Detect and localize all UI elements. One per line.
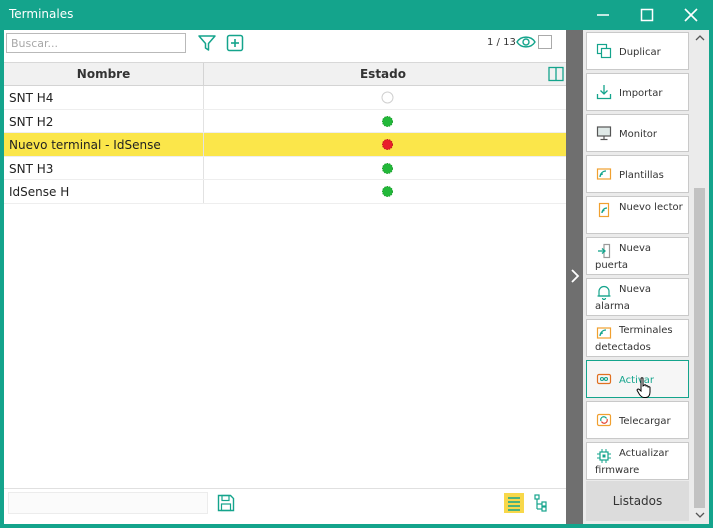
- grid-rows: SNT H4 SNT H2 Nuevo terminal - IdSense S…: [4, 86, 566, 204]
- footer-input[interactable]: [8, 492, 208, 514]
- column-header-nombre[interactable]: Nombre: [4, 67, 203, 81]
- close-icon: [684, 8, 698, 22]
- scroll-down-icon[interactable]: [695, 511, 705, 519]
- add-icon[interactable]: [225, 33, 245, 53]
- actualizar-firmware-button[interactable]: Actualizar firmware: [586, 442, 689, 480]
- terminal-name: SNT H4: [9, 91, 54, 105]
- status-online-icon: [382, 162, 393, 174]
- download-icon: [596, 85, 612, 100]
- duplicate-icon: [596, 43, 612, 59]
- nueva-alarma-button[interactable]: Nueva alarma: [586, 278, 689, 316]
- nueva-puerta-button[interactable]: Nueva puerta: [586, 237, 689, 275]
- maximize-icon: [640, 8, 654, 22]
- nuevo-lector-button[interactable]: Nuevo lector: [586, 196, 689, 234]
- terminal-name: Nuevo terminal - IdSense: [9, 138, 161, 152]
- activate-icon: [596, 373, 612, 385]
- list-view-icon[interactable]: [504, 493, 524, 513]
- terminals-grid: Nombre Estado SNT H4 SNT H2 Nuevo termin…: [4, 62, 566, 486]
- status-error-icon: [382, 139, 393, 150]
- window-title: Terminales: [9, 7, 74, 21]
- eye-icon[interactable]: [516, 34, 536, 50]
- select-all-checkbox[interactable]: [538, 35, 552, 49]
- save-icon[interactable]: [216, 493, 236, 513]
- actions-scrollbar[interactable]: [690, 30, 709, 524]
- rss-card-icon: [596, 168, 612, 180]
- table-row[interactable]: IdSense H: [4, 180, 566, 204]
- maximize-button[interactable]: [625, 0, 669, 30]
- listados-button[interactable]: Listados: [586, 481, 689, 521]
- status-offline-icon: [381, 91, 394, 104]
- collapse-panel-bar[interactable]: [566, 30, 583, 524]
- table-row-selected[interactable]: Nuevo terminal - IdSense: [4, 133, 566, 157]
- table-row[interactable]: SNT H3: [4, 156, 566, 180]
- status-online-icon: [382, 186, 393, 197]
- status-online-icon: [382, 115, 393, 127]
- minimize-icon: [597, 14, 609, 16]
- monitor-button[interactable]: Monitor: [586, 114, 689, 152]
- grid-header: Nombre Estado: [4, 63, 566, 86]
- importar-button[interactable]: Importar: [586, 73, 689, 111]
- terminal-name: IdSense H: [9, 185, 70, 199]
- table-row[interactable]: SNT H2: [4, 109, 566, 133]
- window-client: 1 / 13 Nombre Estado SNT H4: [4, 30, 709, 524]
- minimize-button[interactable]: [581, 0, 625, 30]
- telecargar-button[interactable]: Telecargar: [586, 401, 689, 439]
- terminal-name: SNT H2: [9, 114, 54, 129]
- monitor-icon: [596, 126, 612, 141]
- scrollbar-thumb[interactable]: [694, 188, 705, 508]
- actions-panel: Duplicar Importar Monitor Plantillas Nue…: [583, 30, 709, 524]
- sync-icon: [596, 413, 612, 427]
- pager-text: 1 / 13: [487, 37, 516, 48]
- columns-icon[interactable]: [548, 66, 564, 82]
- search-input[interactable]: [6, 33, 186, 53]
- title-bar: Terminales: [0, 0, 713, 30]
- grid-footer: [4, 488, 566, 524]
- filter-icon[interactable]: [197, 33, 217, 53]
- window: Terminales 1 / 13: [0, 0, 713, 528]
- terminal-name: SNT H3: [9, 161, 54, 176]
- terminales-detectados-button[interactable]: Terminales detectados: [586, 319, 689, 357]
- close-button[interactable]: [669, 0, 713, 30]
- table-row[interactable]: SNT H4: [4, 86, 566, 110]
- grid-toolbar: 1 / 13: [4, 30, 566, 62]
- duplicar-button[interactable]: Duplicar: [586, 32, 689, 70]
- tree-view-icon[interactable]: [532, 493, 550, 513]
- scroll-up-icon[interactable]: [695, 34, 705, 42]
- hand-cursor-icon: [636, 377, 651, 398]
- column-header-estado[interactable]: Estado: [204, 67, 562, 81]
- plantillas-button[interactable]: Plantillas: [586, 155, 689, 193]
- chevron-right-icon: [571, 269, 580, 283]
